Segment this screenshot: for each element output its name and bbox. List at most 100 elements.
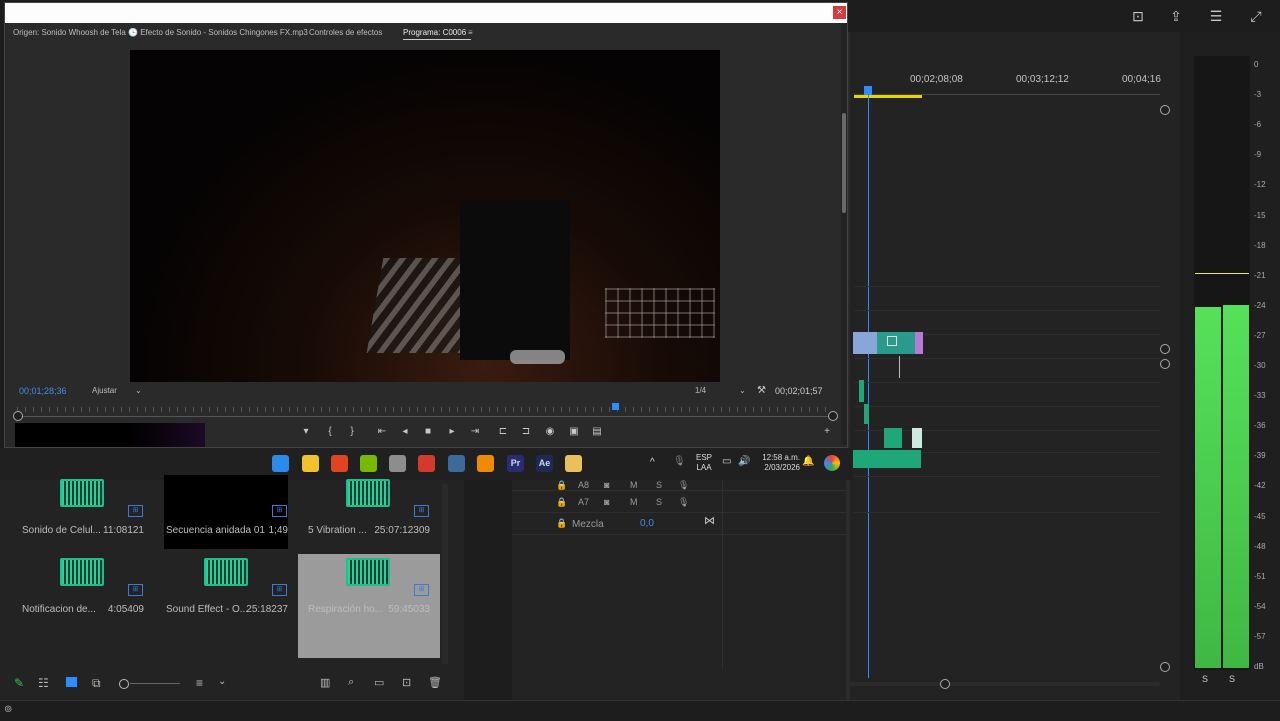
tab-effect-controls[interactable]: Controles de efectos [309, 28, 382, 37]
chevron-down-icon[interactable]: ⌄ [218, 676, 226, 687]
go-to-end-icon[interactable]: ⋈ [704, 514, 715, 527]
after-effects-icon[interactable]: Ae [536, 455, 553, 472]
zoom-scrollbar[interactable] [17, 416, 833, 417]
solo-button[interactable]: S [656, 480, 662, 490]
vertical-scrollbar[interactable] [841, 23, 847, 445]
folder-yellow-icon[interactable] [565, 455, 582, 472]
step-forward-button[interactable]: ▸ [445, 426, 459, 437]
tab-program[interactable]: Programa: C0006 [403, 28, 466, 37]
automate-icon[interactable]: ▥ [320, 676, 330, 689]
language-indicator[interactable]: ESP LAA [696, 453, 712, 473]
fit-dropdown[interactable]: Ajustar [92, 386, 117, 395]
audio-clip[interactable] [884, 428, 902, 448]
solo-button[interactable]: S [656, 497, 662, 507]
solo-right-button[interactable]: S [1229, 674, 1235, 684]
camera-icon[interactable]: ◙ [604, 480, 609, 490]
video-clip[interactable] [853, 332, 877, 354]
resolution-dropdown[interactable]: 1/4 [695, 386, 706, 395]
close-button[interactable]: × [833, 6, 846, 19]
network-icon[interactable]: ▭ [722, 456, 731, 467]
chevron-down-icon[interactable]: ⌄ [135, 386, 142, 395]
menu-icon[interactable]: ☰ [1206, 6, 1226, 26]
volume-icon[interactable]: 🔊 [738, 456, 750, 467]
vertical-scrollbar[interactable] [442, 484, 448, 664]
marker-button[interactable]: ▾ [299, 426, 313, 437]
time-ruler[interactable] [854, 88, 1160, 95]
zoom-handle[interactable] [1160, 359, 1170, 369]
clip-thumbnail[interactable] [306, 475, 430, 549]
wrench-icon[interactable]: ⚒ [757, 385, 766, 396]
trash-icon[interactable]: 🗑 [428, 676, 442, 689]
compare-button[interactable]: ▣ [567, 426, 581, 437]
vr-button[interactable]: ▤ [590, 426, 604, 437]
scroll-handle-right[interactable] [828, 411, 838, 421]
zoom-handle[interactable] [1160, 344, 1170, 354]
lock-icon[interactable]: 🔒 [556, 497, 567, 508]
freeform-view-icon[interactable]: ⧉ [92, 676, 101, 691]
playhead-line[interactable] [868, 94, 869, 678]
microphone-icon[interactable]: 🎙 [678, 497, 689, 508]
project-item[interactable]: ⊞ Notificacion de... 4:05409 [12, 554, 154, 658]
window-title-bar[interactable] [5, 3, 847, 23]
tab-source[interactable]: Origen: Sonido Whoosh de Tela 🕒 Efecto d… [13, 28, 308, 37]
go-to-in-button[interactable]: ⇤ [375, 426, 389, 437]
export-frame-button[interactable]: ◉ [543, 426, 557, 437]
audio-clip[interactable] [859, 380, 864, 402]
settings-icon[interactable] [389, 455, 406, 472]
zoom-handle-bottom[interactable] [1160, 662, 1170, 672]
chevron-down-icon[interactable]: ⌄ [739, 386, 746, 395]
playhead-handle[interactable] [612, 403, 620, 410]
insert-button[interactable]: ⊏ [496, 426, 510, 437]
clip-thumbnail[interactable] [20, 554, 144, 628]
nvidia-icon[interactable] [360, 455, 377, 472]
add-button[interactable]: + [820, 426, 834, 437]
notification-bell-icon[interactable]: 🔔 [802, 456, 814, 467]
new-item-icon[interactable]: ⊡ [402, 676, 411, 689]
adjustment-clip[interactable] [915, 332, 923, 354]
zoom-handle-top[interactable] [1160, 105, 1170, 115]
camera-icon[interactable]: ◙ [604, 497, 609, 507]
clock[interactable]: 12:58 a.m. 2/03/2026 [758, 453, 800, 473]
search-icon[interactable]: ⌕ [348, 676, 354, 689]
panel-menu-icon[interactable]: ≡ [468, 28, 473, 37]
work-area-bar[interactable] [854, 95, 922, 98]
lock-icon[interactable]: 🔒 [556, 518, 567, 529]
program-video-frame[interactable] [130, 50, 720, 382]
clip-thumbnail[interactable] [164, 554, 288, 628]
file-explorer-icon[interactable] [302, 455, 319, 472]
vlc-icon[interactable] [477, 455, 494, 472]
quick-export-icon[interactable]: ⊡ [1128, 6, 1148, 26]
copilot-icon[interactable] [824, 455, 840, 471]
time-ruler[interactable] [17, 407, 833, 412]
zoom-slider[interactable] [130, 683, 180, 684]
microphone-icon[interactable]: 🎙 [673, 456, 686, 467]
mute-button[interactable]: M [630, 480, 638, 490]
project-item[interactable]: ⊞ Sound Effect - O... 25:18237 [156, 554, 298, 658]
pencil-icon[interactable]: ✎ [14, 676, 24, 690]
premiere-icon[interactable]: Pr [507, 455, 524, 472]
project-item[interactable]: ⊞ Respiración ho... 59:45033 [298, 554, 440, 658]
zoom-slider-knob[interactable] [119, 679, 129, 689]
audio-clip[interactable] [912, 428, 922, 448]
tray-chevron[interactable]: ^ [650, 457, 655, 468]
status-icon[interactable]: ⊚ [4, 704, 12, 715]
icon-view-icon[interactable] [66, 677, 77, 687]
go-to-out-button[interactable]: ⇥ [468, 426, 482, 437]
scroll-handle-right[interactable] [940, 679, 950, 689]
scroll-handle-left[interactable] [13, 411, 23, 421]
brave-icon[interactable] [331, 455, 348, 472]
share-icon[interactable]: ⇪ [1166, 6, 1186, 26]
fullscreen-icon[interactable]: ⤢ [1246, 6, 1266, 26]
windows-start-icon[interactable] [272, 455, 289, 472]
mix-value[interactable]: 0,0 [640, 518, 654, 529]
solo-left-button[interactable]: S [1202, 674, 1208, 684]
sort-icon[interactable]: ≡ [196, 676, 203, 690]
step-back-button[interactable]: ◂ [398, 426, 412, 437]
clip-thumbnail[interactable] [20, 475, 144, 549]
audio-clip-long[interactable] [853, 450, 921, 468]
audio-clip[interactable] [864, 404, 869, 424]
mark-in-button[interactable]: { [323, 426, 337, 437]
chrome-icon[interactable] [418, 455, 435, 472]
mark-out-button[interactable]: } [345, 426, 359, 437]
stop-button[interactable]: ■ [421, 426, 435, 437]
